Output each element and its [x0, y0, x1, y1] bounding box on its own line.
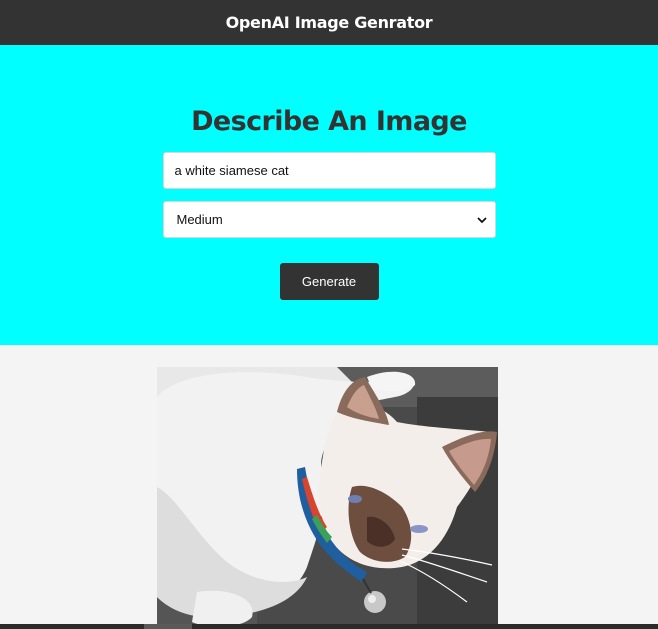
showcase-section: Describe An Image a white siamese cat Me… — [0, 45, 658, 345]
size-select[interactable]: Medium — [162, 201, 496, 238]
generate-button[interactable]: Generate — [279, 263, 379, 300]
scrollbar-thumb[interactable] — [144, 624, 192, 629]
size-select-value: Medium — [176, 212, 223, 227]
prompt-input[interactable]: a white siamese cat — [162, 152, 496, 189]
generated-image — [157, 367, 498, 629]
app-title: OpenAI Image Genrator — [225, 13, 433, 32]
horizontal-scrollbar[interactable] — [0, 624, 658, 629]
chevron-down-icon — [476, 216, 487, 223]
prompt-input-value: a white siamese cat — [174, 163, 289, 178]
navbar: OpenAI Image Genrator — [0, 0, 658, 45]
cat-image-art — [157, 367, 498, 629]
page-heading: Describe An Image — [191, 106, 467, 137]
